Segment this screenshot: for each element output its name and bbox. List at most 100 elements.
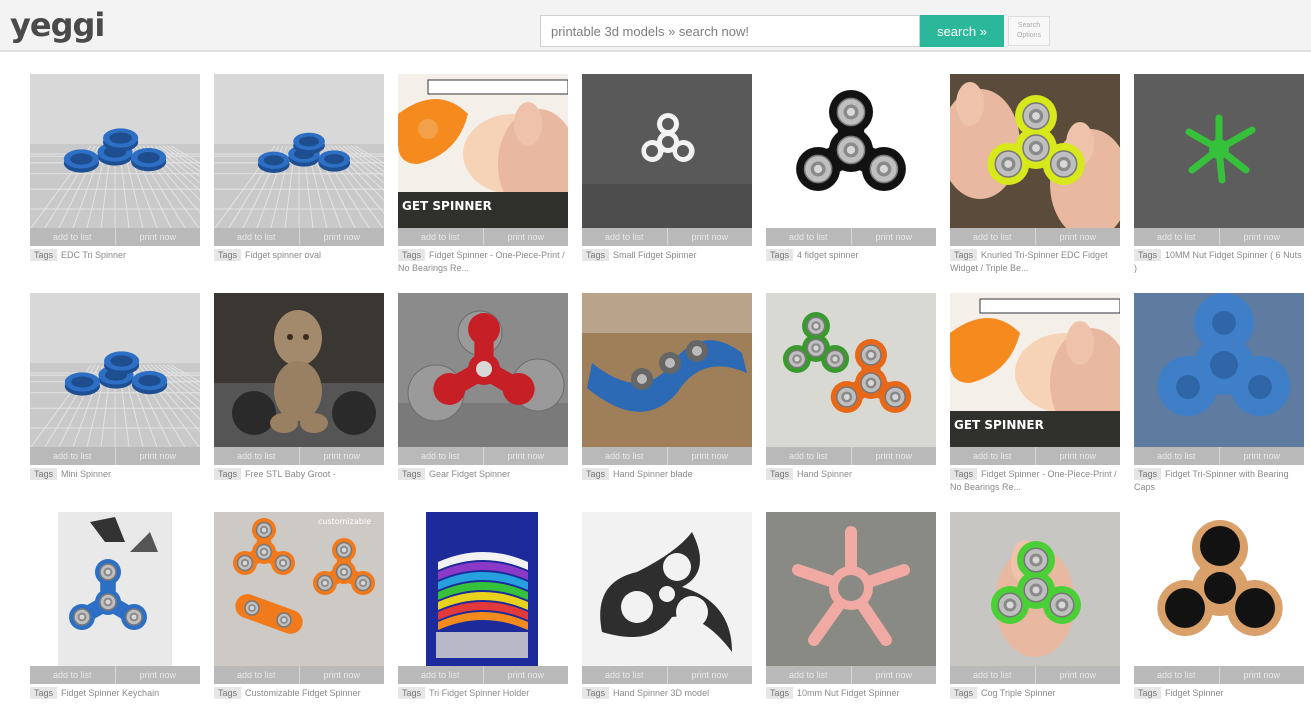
tags-button[interactable]: Tags [950, 249, 978, 261]
add-to-list-button[interactable]: add to list [1134, 666, 1219, 684]
model-title-link[interactable]: 10mm Nut Fidget Spinner [797, 688, 900, 698]
model-title-link[interactable]: Hand Spinner [797, 469, 852, 479]
tags-button[interactable]: Tags [1134, 468, 1162, 480]
tags-button[interactable]: Tags [766, 249, 794, 261]
model-thumbnail[interactable] [950, 512, 1120, 666]
tags-button[interactable]: Tags [214, 249, 242, 261]
print-now-button[interactable]: print now [1218, 228, 1304, 246]
tags-button[interactable]: Tags [582, 249, 610, 261]
add-to-list-button[interactable]: add to list [214, 228, 299, 246]
tags-button[interactable]: Tags [30, 687, 58, 699]
tags-button[interactable]: Tags [582, 468, 610, 480]
tags-button[interactable]: Tags [398, 468, 426, 480]
model-thumbnail[interactable] [582, 293, 752, 447]
model-title-link[interactable]: Hand Spinner 3D model [613, 688, 709, 698]
model-title-link[interactable]: Small Fidget Spinner [613, 250, 697, 260]
print-now-button[interactable]: print now [850, 447, 936, 465]
add-to-list-button[interactable]: add to list [398, 447, 483, 465]
model-title-link[interactable]: Hand Spinner blade [613, 469, 693, 479]
model-thumbnail[interactable] [214, 74, 384, 228]
tags-button[interactable]: Tags [766, 687, 794, 699]
tags-button[interactable]: Tags [214, 468, 242, 480]
model-thumbnail[interactable] [950, 74, 1120, 228]
model-thumbnail[interactable] [398, 512, 568, 666]
print-now-button[interactable]: print now [850, 228, 936, 246]
model-thumbnail[interactable] [582, 512, 752, 666]
print-now-button[interactable]: print now [850, 666, 936, 684]
print-now-button[interactable]: print now [1218, 447, 1304, 465]
model-thumbnail[interactable] [214, 293, 384, 447]
model-title-link[interactable]: Cog Triple Spinner [981, 688, 1056, 698]
model-title-link[interactable]: Fidget Spinner [1165, 688, 1224, 698]
add-to-list-button[interactable]: add to list [950, 447, 1035, 465]
model-thumbnail[interactable] [30, 293, 200, 447]
add-to-list-button[interactable]: add to list [766, 666, 851, 684]
tags-button[interactable]: Tags [398, 249, 426, 261]
tags-button[interactable]: Tags [1134, 687, 1162, 699]
model-thumbnail[interactable] [766, 512, 936, 666]
model-thumbnail[interactable] [766, 74, 936, 228]
add-to-list-button[interactable]: add to list [950, 666, 1035, 684]
model-thumbnail[interactable] [1134, 74, 1304, 228]
model-thumbnail[interactable] [766, 293, 936, 447]
print-now-button[interactable]: print now [482, 666, 568, 684]
print-now-button[interactable]: print now [1034, 228, 1120, 246]
model-title-link[interactable]: 4 fidget spinner [797, 250, 859, 260]
print-now-button[interactable]: print now [482, 228, 568, 246]
print-now-button[interactable]: print now [1034, 666, 1120, 684]
model-thumbnail[interactable] [30, 74, 200, 228]
print-now-button[interactable]: print now [666, 228, 752, 246]
print-now-button[interactable]: print now [298, 447, 384, 465]
model-title-link[interactable]: Free STL Baby Groot - [245, 469, 336, 479]
model-title-link[interactable]: Customizable Fidget Spinner [245, 688, 361, 698]
tags-button[interactable]: Tags [214, 687, 242, 699]
add-to-list-button[interactable]: add to list [214, 666, 299, 684]
model-thumbnail[interactable]: GET SPINNER [398, 74, 568, 228]
print-now-button[interactable]: print now [114, 228, 200, 246]
model-thumbnail[interactable] [1134, 512, 1304, 666]
print-now-button[interactable]: print now [482, 447, 568, 465]
model-thumbnail[interactable]: GET SPINNER [950, 293, 1120, 447]
print-now-button[interactable]: print now [666, 447, 752, 465]
print-now-button[interactable]: print now [298, 228, 384, 246]
add-to-list-button[interactable]: add to list [766, 447, 851, 465]
search-button[interactable]: search » [920, 15, 1004, 47]
tags-button[interactable]: Tags [30, 249, 58, 261]
model-title-link[interactable]: Fidget Spinner Keychain [61, 688, 159, 698]
print-now-button[interactable]: print now [666, 666, 752, 684]
model-thumbnail[interactable] [1134, 293, 1304, 447]
add-to-list-button[interactable]: add to list [950, 228, 1035, 246]
add-to-list-button[interactable]: add to list [1134, 228, 1219, 246]
add-to-list-button[interactable]: add to list [30, 228, 115, 246]
add-to-list-button[interactable]: add to list [1134, 447, 1219, 465]
model-title-link[interactable]: Fidget spinner oval [245, 250, 321, 260]
add-to-list-button[interactable]: add to list [398, 666, 483, 684]
tags-button[interactable]: Tags [582, 687, 610, 699]
print-now-button[interactable]: print now [1034, 447, 1120, 465]
add-to-list-button[interactable]: add to list [214, 447, 299, 465]
model-title-link[interactable]: Mini Spinner [61, 469, 111, 479]
tags-button[interactable]: Tags [1134, 249, 1162, 261]
add-to-list-button[interactable]: add to list [766, 228, 851, 246]
add-to-list-button[interactable]: add to list [30, 666, 115, 684]
add-to-list-button[interactable]: add to list [398, 228, 483, 246]
print-now-button[interactable]: print now [114, 666, 200, 684]
model-title-link[interactable]: EDC Tri Spinner [61, 250, 126, 260]
add-to-list-button[interactable]: add to list [582, 228, 667, 246]
model-thumbnail[interactable]: customizable [214, 512, 384, 666]
print-now-button[interactable]: print now [298, 666, 384, 684]
print-now-button[interactable]: print now [1218, 666, 1304, 684]
add-to-list-button[interactable]: add to list [582, 666, 667, 684]
tags-button[interactable]: Tags [398, 687, 426, 699]
tags-button[interactable]: Tags [766, 468, 794, 480]
add-to-list-button[interactable]: add to list [30, 447, 115, 465]
tags-button[interactable]: Tags [950, 687, 978, 699]
model-thumbnail[interactable] [582, 74, 752, 228]
model-title-link[interactable]: Tri Fidget Spinner Holder [429, 688, 529, 698]
tags-button[interactable]: Tags [950, 468, 978, 480]
model-thumbnail[interactable] [30, 512, 200, 666]
print-now-button[interactable]: print now [114, 447, 200, 465]
search-input[interactable] [540, 15, 920, 47]
model-thumbnail[interactable] [398, 293, 568, 447]
model-title-link[interactable]: Gear Fidget Spinner [429, 469, 510, 479]
